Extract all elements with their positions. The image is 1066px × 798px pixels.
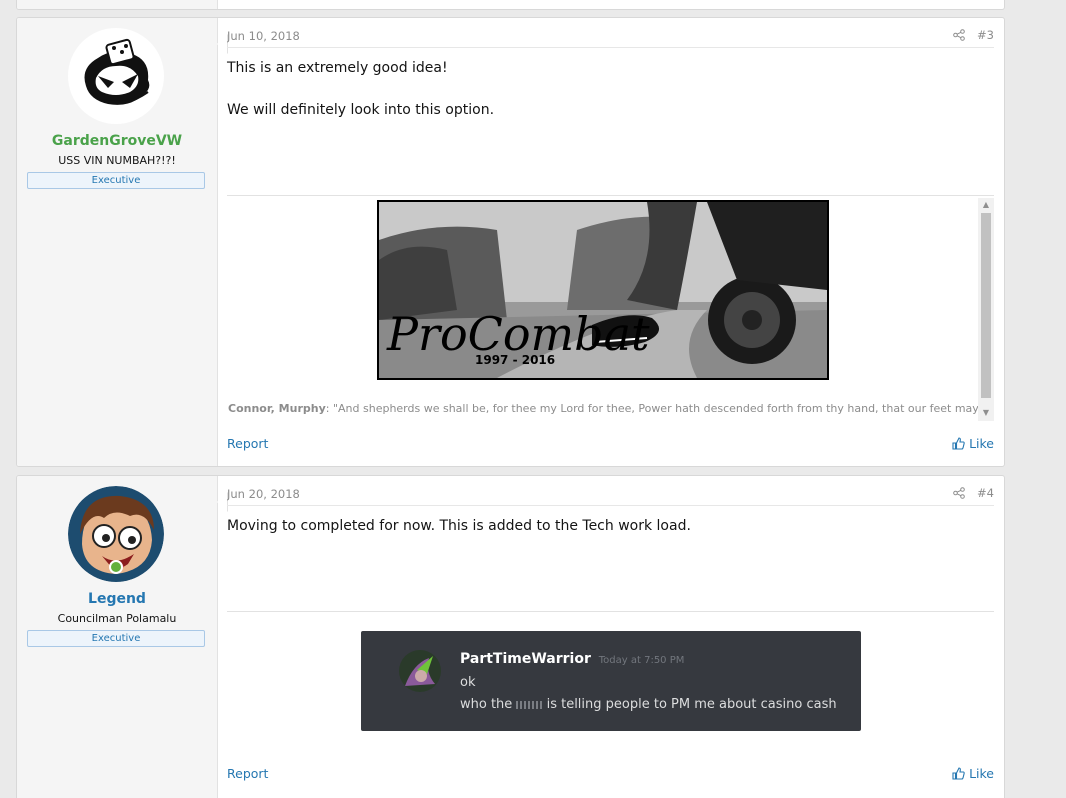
post-number[interactable]: #3 bbox=[977, 28, 994, 42]
discord-text-before: who the bbox=[460, 697, 513, 712]
thumbs-up-icon bbox=[952, 767, 965, 780]
avatar[interactable] bbox=[68, 28, 164, 124]
signature-scrollbar[interactable]: ▲ ▼ bbox=[978, 198, 994, 421]
post-header-divider bbox=[227, 47, 994, 48]
scroll-thumb[interactable] bbox=[981, 213, 991, 398]
scroll-down-icon[interactable]: ▼ bbox=[978, 406, 994, 420]
user-title: Councilman Polamalu bbox=[57, 612, 177, 625]
signature-divider bbox=[227, 195, 994, 196]
previous-post bbox=[16, 0, 1005, 10]
post-4: Legend Councilman Polamalu Executive Jun… bbox=[16, 475, 1005, 798]
signature-divider bbox=[227, 611, 994, 612]
post-main: Jun 20, 2018 #4 Moving to completed for … bbox=[227, 476, 994, 798]
discord-text-after: is telling people to PM me about casino … bbox=[546, 697, 837, 712]
share-icon[interactable] bbox=[953, 487, 965, 499]
username-link[interactable]: GardenGroveVW bbox=[17, 133, 217, 149]
signature-quote-text: : "And shepherds we shall be, for thee m… bbox=[325, 402, 978, 415]
message-line: We will definitely look into this option… bbox=[227, 102, 495, 118]
discord-message-line: who the is telling people to PM me about… bbox=[460, 697, 837, 712]
scroll-up-icon[interactable]: ▲ bbox=[978, 198, 994, 212]
report-link[interactable]: Report bbox=[227, 766, 268, 781]
message-line: Moving to completed for now. This is add… bbox=[227, 518, 691, 534]
signature-image-years: 1997 - 2016 bbox=[475, 353, 555, 367]
post-main: Jun 10, 2018 #3 This is an extremely goo… bbox=[227, 18, 994, 466]
post-date[interactable]: Jun 10, 2018 bbox=[227, 29, 300, 43]
signature-image: ProCombat 1997 - 2016 bbox=[377, 200, 829, 380]
censored-word bbox=[516, 700, 543, 709]
post-header-divider bbox=[227, 505, 994, 506]
like-button[interactable]: Like bbox=[952, 436, 994, 451]
user-banner: Executive bbox=[27, 172, 205, 189]
discord-author-name: PartTimeWarrior bbox=[460, 651, 591, 667]
signature-quote: Connor, Murphy: "And shepherds we shall … bbox=[228, 402, 978, 415]
user-banner: Executive bbox=[27, 630, 205, 647]
user-title: USS VIN NUMBAH?!?! bbox=[58, 154, 176, 167]
online-status-icon bbox=[109, 560, 123, 574]
discord-author: PartTimeWarrior Today at 7:50 PM bbox=[460, 651, 684, 667]
user-cell: GardenGroveVW USS VIN NUMBAH?!?! Executi… bbox=[17, 18, 228, 466]
discord-message-line: ok bbox=[460, 675, 476, 690]
post-number[interactable]: #4 bbox=[977, 486, 994, 500]
like-button[interactable]: Like bbox=[952, 766, 994, 781]
previous-post-user-cell bbox=[17, 0, 218, 9]
post-date[interactable]: Jun 20, 2018 bbox=[227, 487, 300, 501]
report-link[interactable]: Report bbox=[227, 436, 268, 451]
post-3: GardenGroveVW USS VIN NUMBAH?!?! Executi… bbox=[16, 17, 1005, 467]
signature: ProCombat 1997 - 2016 Connor, Murphy: "A… bbox=[227, 198, 994, 421]
username-link[interactable]: Legend bbox=[17, 591, 217, 607]
user-cell: Legend Councilman Polamalu Executive bbox=[17, 476, 228, 798]
like-label: Like bbox=[969, 436, 994, 451]
post-actions: #4 bbox=[953, 486, 994, 500]
discord-avatar bbox=[399, 650, 441, 692]
message-line: This is an extremely good idea! bbox=[227, 60, 448, 76]
discord-timestamp: Today at 7:50 PM bbox=[598, 655, 685, 666]
thumbs-up-icon bbox=[952, 437, 965, 450]
signature-discord-image: PartTimeWarrior Today at 7:50 PM ok who … bbox=[361, 631, 861, 731]
like-label: Like bbox=[969, 766, 994, 781]
signature-quote-author: Connor, Murphy bbox=[228, 402, 326, 415]
share-icon[interactable] bbox=[953, 29, 965, 41]
post-actions: #3 bbox=[953, 28, 994, 42]
